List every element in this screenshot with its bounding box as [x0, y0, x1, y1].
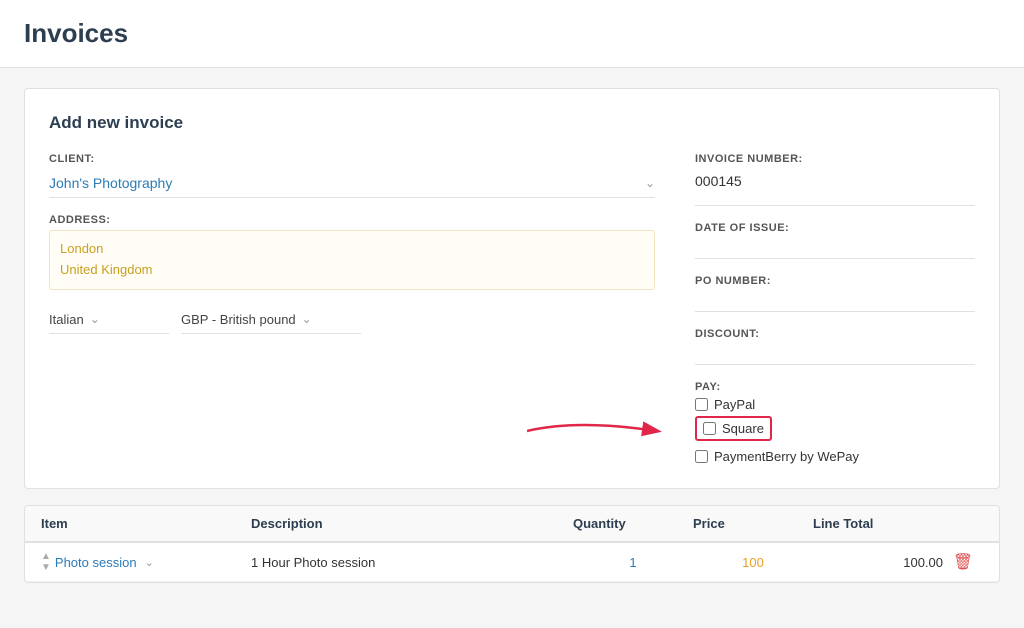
section-title: Add new invoice — [49, 113, 975, 133]
date-of-issue-value — [695, 238, 975, 246]
col-header-description: Description — [251, 516, 573, 531]
items-table: Item Description Quantity Price Line Tot… — [24, 505, 1000, 583]
red-arrow-icon — [527, 417, 667, 445]
pay-label: PAY: — [695, 381, 975, 393]
po-number-value — [695, 291, 975, 299]
address-label: ADDRESS: — [49, 214, 655, 226]
delete-row-button[interactable]: 🗑 — [943, 552, 983, 572]
col-header-item: Item — [41, 516, 251, 531]
square-checkbox[interactable] — [703, 422, 716, 435]
col-header-line-total: Line Total — [813, 516, 943, 531]
client-label: CLIENT: — [49, 153, 655, 165]
currency-select[interactable]: GBP - British pound ⌄ — [181, 306, 361, 334]
language-chevron-icon: ⌄ — [90, 312, 100, 326]
date-of-issue-field[interactable]: DATE OF ISSUE: — [695, 222, 975, 259]
table-header: Item Description Quantity Price Line Tot… — [25, 506, 999, 543]
item-name-cell: ▲ ▼ Photo session ⌄ — [41, 551, 251, 573]
po-number-field[interactable]: PO NUMBER: — [695, 275, 975, 312]
square-option[interactable]: Square — [695, 416, 772, 441]
paymentberry-checkbox[interactable] — [695, 450, 708, 463]
table-row: ▲ ▼ Photo session ⌄ 1 Hour Photo session… — [25, 543, 999, 582]
currency-chevron-icon: ⌄ — [302, 312, 312, 326]
language-select[interactable]: Italian ⌄ — [49, 306, 169, 334]
address-line1: London — [60, 239, 644, 260]
item-name-value: Photo session — [55, 555, 137, 570]
paypal-checkbox[interactable] — [695, 398, 708, 411]
item-price: 100 — [693, 555, 813, 570]
address-box: London United Kingdom — [49, 230, 655, 290]
sort-arrows-icon[interactable]: ▲ ▼ — [41, 551, 51, 573]
item-quantity: 1 — [573, 555, 693, 570]
paypal-option[interactable]: PayPal — [695, 397, 975, 412]
paymentberry-option[interactable]: PaymentBerry by WePay — [695, 449, 975, 464]
client-value: John's Photography — [49, 175, 645, 191]
invoice-number-field: INVOICE NUMBER: 000145 — [695, 153, 975, 206]
paypal-label: PayPal — [714, 397, 755, 412]
item-description: 1 Hour Photo session — [251, 555, 573, 570]
item-chevron-icon: ⌄ — [145, 556, 154, 569]
client-chevron-icon: ⌄ — [645, 176, 655, 190]
invoice-number-value: 000145 — [695, 169, 975, 193]
page-title: Invoices — [0, 0, 1024, 68]
client-select[interactable]: John's Photography ⌄ — [49, 169, 655, 198]
col-header-price: Price — [693, 516, 813, 531]
col-header-quantity: Quantity — [573, 516, 693, 531]
language-value: Italian — [49, 312, 84, 327]
discount-label: DISCOUNT: — [695, 328, 975, 340]
paymentberry-label: PaymentBerry by WePay — [714, 449, 859, 464]
square-label: Square — [722, 421, 764, 436]
item-line-total: 100.00 — [813, 555, 943, 570]
col-header-actions — [943, 516, 983, 531]
address-line2: United Kingdom — [60, 260, 644, 281]
discount-field[interactable]: DISCOUNT: — [695, 328, 975, 365]
discount-value — [695, 344, 975, 352]
po-number-label: PO NUMBER: — [695, 275, 975, 287]
date-of-issue-label: DATE OF ISSUE: — [695, 222, 975, 234]
pay-section: PAY: PayPal — [695, 381, 975, 464]
currency-value: GBP - British pound — [181, 312, 296, 327]
invoice-number-label: INVOICE NUMBER: — [695, 153, 975, 165]
